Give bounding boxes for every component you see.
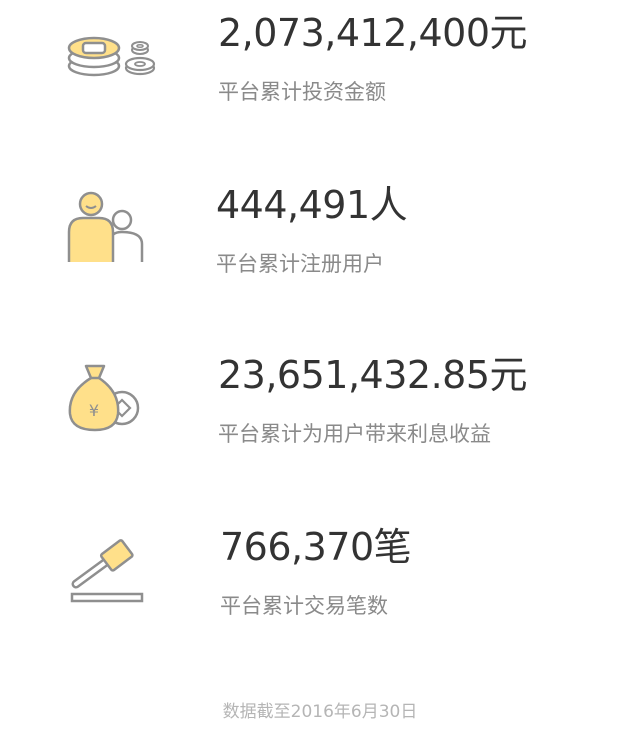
stat-label: 平台累计为用户带来利息收益 (218, 422, 491, 446)
svg-text:¥: ¥ (89, 401, 99, 420)
stat-value: 766,370笔 (220, 525, 412, 569)
stat-interest-earned: ¥ 23,651,432.85元 平台累计为用户带来利息收益 (0, 346, 640, 466)
stat-label: 平台累计注册用户 (216, 252, 384, 276)
platform-stats-page: 2,073,412,400元 平台累计投资金额 444,491人 平台累计注册用… (0, 0, 640, 754)
coins-icon (60, 10, 170, 100)
data-as-of-note: 数据截至2016年6月30日 (222, 702, 418, 722)
stat-label: 平台累计交易笔数 (220, 594, 388, 618)
users-icon (60, 178, 170, 268)
gavel-icon (62, 524, 172, 614)
stat-value: 444,491人 (216, 183, 408, 227)
stat-value: 23,651,432.85元 (218, 353, 528, 397)
money-bag-icon: ¥ (60, 352, 170, 442)
stat-total-investment: 2,073,412,400元 平台累计投资金额 (0, 0, 640, 120)
stat-transaction-count: 766,370笔 平台累计交易笔数 (0, 518, 640, 638)
stat-value: 2,073,412,400元 (218, 11, 528, 55)
stat-registered-users: 444,491人 平台累计注册用户 (0, 176, 640, 296)
stat-label: 平台累计投资金额 (218, 80, 386, 104)
